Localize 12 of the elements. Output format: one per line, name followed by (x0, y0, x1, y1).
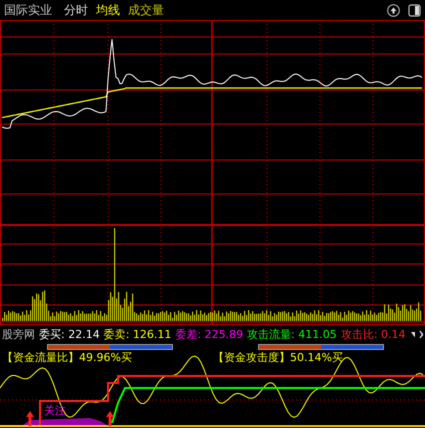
stat-value: 委买: 22.14 (39, 326, 100, 342)
stat-value: 攻击比: 0.14 (340, 326, 406, 342)
legend-label: 成交量 (128, 2, 164, 18)
stat-value: 攻击流量: 411.05 (247, 326, 337, 342)
legend-label: 均线 (96, 2, 120, 18)
stock-name: 国际实业 (4, 2, 52, 18)
stat-value: 委卖: 126.11 (104, 326, 172, 342)
indicator-label: 【资金攻击度】50.14%买 (213, 350, 343, 365)
stat-value: 股旁网 (2, 326, 35, 342)
legend-label: 分时 (64, 2, 88, 18)
indicator-label: 【资金流量比】49.96%买 (2, 350, 132, 365)
stat-value: 委差: 225.89 (175, 326, 244, 342)
